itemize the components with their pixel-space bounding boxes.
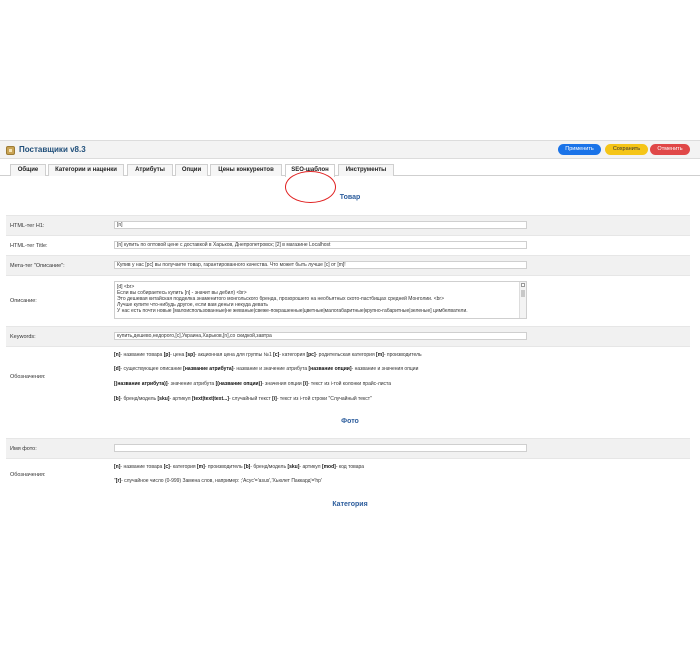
save-button[interactable]: Сохранить <box>605 144 648 155</box>
section-title-category: Категория <box>332 501 368 508</box>
notation-text: - текст из i-той строки "Случайный текст… <box>276 396 372 402</box>
notation-token: [(название опции)] <box>215 381 262 387</box>
module-logo-icon <box>6 146 15 155</box>
row-keywords: Keywords: купить,дешево,недорого,[c],Укр… <box>6 326 690 346</box>
photo-name-input[interactable] <box>114 444 527 452</box>
notation-text: - код товара <box>335 464 365 470</box>
notation-text: - случайный текст <box>228 396 273 402</box>
title-input[interactable]: [n] купить по оптовой цене с доставкой в… <box>114 241 527 249</box>
notations-label: Обозначения: <box>10 472 46 478</box>
row-title: HTML-тег Title: [n] купить по оптовой це… <box>6 235 690 255</box>
notation-text: - производитель <box>383 352 422 358</box>
tab-competitor-prices[interactable]: Цены конкурентов <box>210 164 282 176</box>
cancel-button[interactable]: Отменить <box>650 144 690 155</box>
description-label: Описание: <box>10 298 37 304</box>
h1-label: HTML-тег H1: <box>10 223 45 229</box>
tab-attributes[interactable]: Атрибуты <box>127 164 173 176</box>
notation-token: [pc] <box>306 352 316 358</box>
notation-text: - категория <box>169 464 198 470</box>
notation-text: - производитель <box>204 464 244 470</box>
notation-text: - значение атрибута <box>167 381 216 387</box>
row-notations-photo: Обозначения: [n]- название товара [c]- к… <box>6 458 690 491</box>
notation-token: [m] <box>376 352 384 358</box>
row-meta-description: Мета-тег "Описание": Купив у нас [pc] вы… <box>6 255 690 275</box>
description-line: У нас есть почти новые [малоиспользованн… <box>117 308 468 314</box>
description-textarea[interactable]: [d] <br> Если вы собираетесь купить [n] … <box>114 281 527 319</box>
notation-text: - бренд/модель <box>250 464 288 470</box>
notation-token: [m] <box>197 464 205 470</box>
scroll-up-icon[interactable] <box>521 283 525 287</box>
tab-categories-markups[interactable]: Категории и наценки <box>48 164 124 176</box>
notation-text: - название товара <box>120 464 164 470</box>
meta-description-input[interactable]: Купив у нас [pc] вы получаете товар, гар… <box>114 261 527 269</box>
keywords-label: Keywords: <box>10 334 36 340</box>
notation-token: [text|text|text...] <box>191 396 229 402</box>
notation-token: [sku] <box>157 396 170 402</box>
notation-text: - категория <box>279 352 307 358</box>
h1-input[interactable]: [n] <box>114 221 527 229</box>
notations-label: Обозначения: <box>10 374 46 380</box>
notation-token: [sp] <box>185 352 195 358</box>
photo-name-label: Имя фото: <box>10 446 37 452</box>
section-title-photo: Фото <box>341 418 359 425</box>
notation-line: [d]- существующее описание [название атр… <box>114 366 418 372</box>
tab-bar: Общие Категории и наценки Атрибуты Опции… <box>0 160 700 203</box>
notation-text: - название и значение атрибута <box>233 366 309 372</box>
supplier-panel: Поставщики v8.3 Применить Сохранить Отме… <box>0 140 700 511</box>
notation-token: [sku] <box>287 464 300 470</box>
tab-options[interactable]: Опции <box>175 164 208 176</box>
keywords-input[interactable]: купить,дешево,недорого,[c],Украина,Харьк… <box>114 332 527 340</box>
notation-token: [название опции] <box>308 366 352 372</box>
notation-token: [название атрибута] <box>183 366 234 372</box>
notation-text: - бренд/модель <box>120 396 158 402</box>
notation-text: - случайное число (0-999) Замена слов, н… <box>121 478 322 484</box>
section-title-product: Товар <box>339 194 361 201</box>
notation-token: [mod] <box>321 464 336 470</box>
notation-text: - цена <box>170 352 186 358</box>
notation-text: - родительская категория <box>315 352 377 358</box>
notation-text: - название товара <box>120 352 164 358</box>
tab-tools[interactable]: Инструменты <box>338 164 394 176</box>
notation-line: [n]- название товара [c]- категория [m]-… <box>114 464 364 470</box>
description-scrollbar[interactable] <box>519 282 526 318</box>
notation-line: [b]- бренд/модель [sku]- артикул [text|t… <box>114 396 372 402</box>
header-bar: Поставщики v8.3 Применить Сохранить Отме… <box>0 140 700 159</box>
tab-general[interactable]: Общие <box>10 164 46 176</box>
scrollbar-thumb[interactable] <box>521 290 525 297</box>
notation-text: - название и значения опции <box>351 366 419 372</box>
notation-text: - существующее описание <box>120 366 184 372</box>
notation-line: "[r]- случайное число (0-999) Замена сло… <box>114 478 322 484</box>
apply-button[interactable]: Применить <box>558 144 601 155</box>
notation-token: [(название атрибута)] <box>114 381 168 387</box>
meta-description-label: Мета-тег "Описание": <box>10 263 65 269</box>
row-notations-product: Обозначения: [n]- название товара [p]- ц… <box>6 346 690 408</box>
notation-text: - артикул <box>169 396 192 402</box>
row-description: Описание: [d] <br> Если вы собираетесь к… <box>6 275 690 325</box>
notation-line: [n]- название товара [p]- цена [sp]- акц… <box>114 352 422 358</box>
notation-text: - текст из i-той колонки прайс-листа <box>307 381 392 387</box>
notation-line: [(название атрибута)]- значение атрибута… <box>114 381 391 387</box>
row-h1: HTML-тег H1: [n] <box>6 215 690 235</box>
title-label: HTML-тег Title: <box>10 243 48 249</box>
notation-text: - артикул <box>299 464 322 470</box>
app-title: Поставщики v8.3 <box>19 145 86 154</box>
row-photo-name: Имя фото: <box>6 438 690 458</box>
notation-text: - акционная цена для группы №1 <box>194 352 274 358</box>
notation-text: - значения опции <box>261 381 304 387</box>
